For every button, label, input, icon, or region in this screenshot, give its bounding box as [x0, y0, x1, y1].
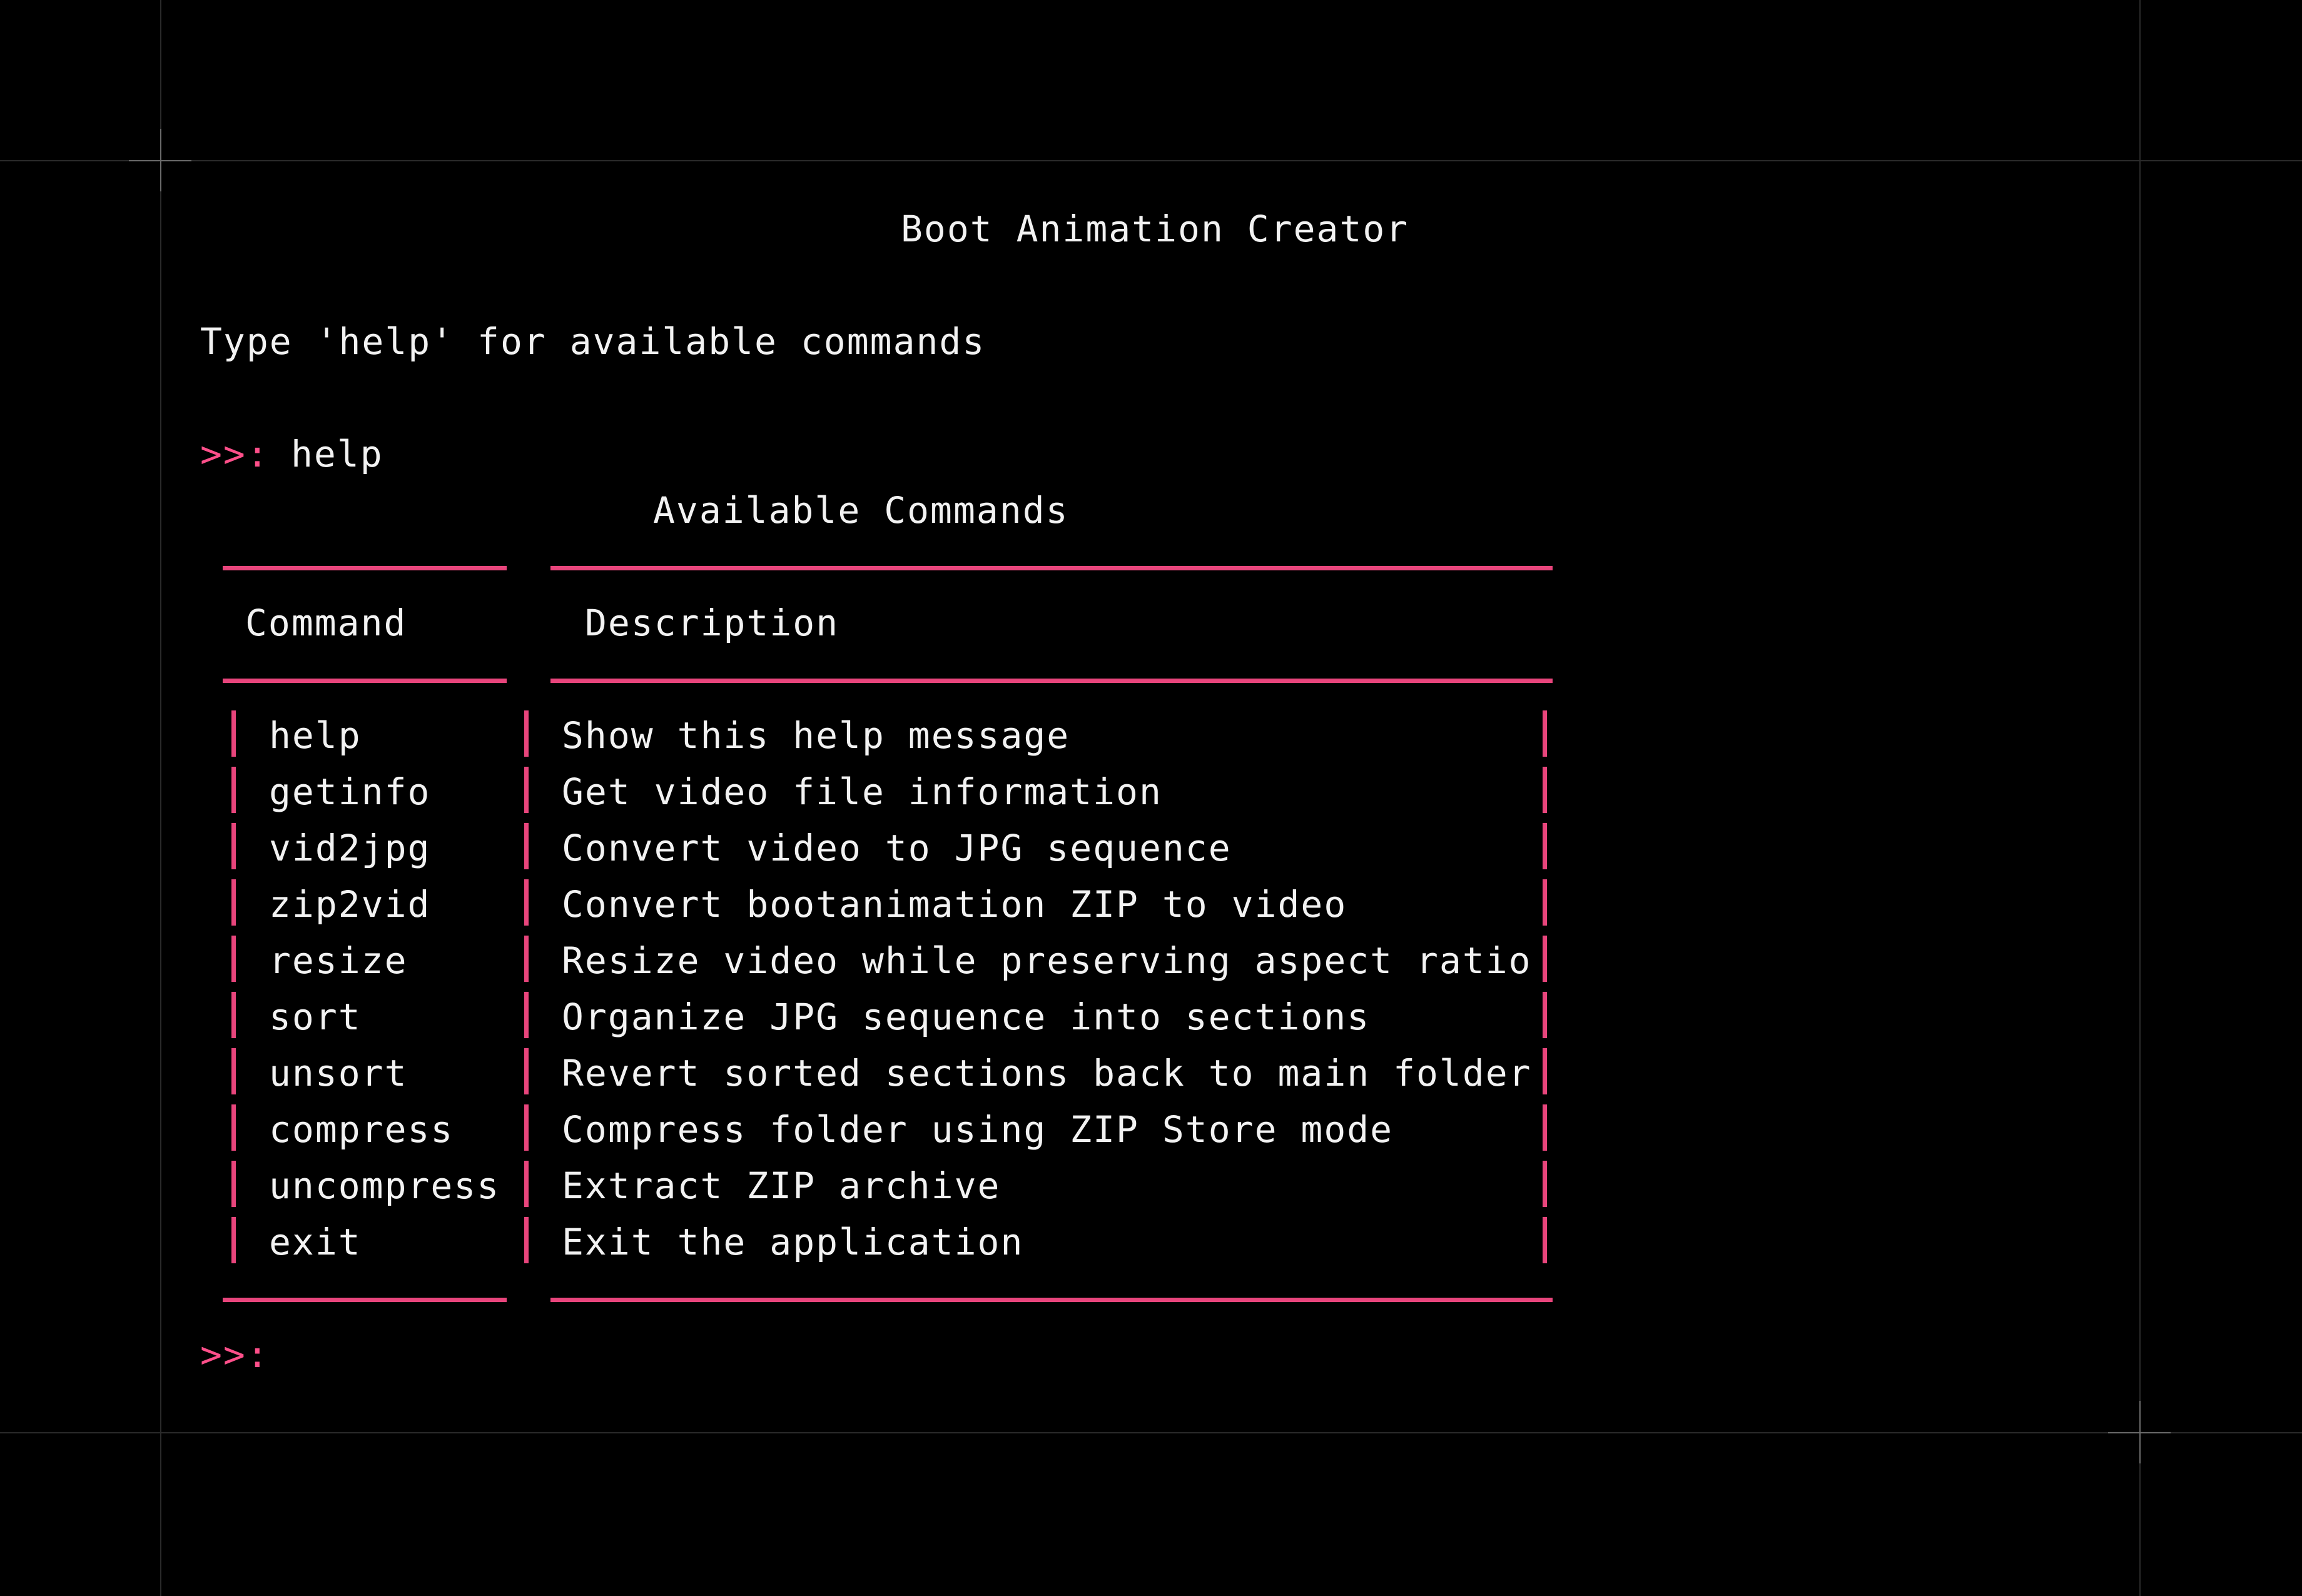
description-cell: Revert sorted sections back to main fold… — [562, 1052, 1532, 1094]
row-right-border — [1543, 879, 1547, 926]
row-left-border — [231, 767, 236, 813]
header-command: Command — [245, 602, 407, 644]
row-column-divider — [524, 823, 529, 869]
description-cell: Convert video to JPG sequence — [562, 827, 1232, 869]
row-right-border — [1543, 936, 1547, 982]
prompt-symbol: >>: — [200, 433, 270, 475]
entered-command: help — [291, 433, 383, 475]
description-cell: Show this help message — [562, 714, 1070, 757]
row-column-divider — [524, 1048, 529, 1094]
command-cell: getinfo — [269, 770, 431, 813]
row-left-border — [231, 823, 236, 869]
table-header-rule-command — [223, 679, 507, 683]
row-left-border — [231, 936, 236, 982]
command-cell: compress — [269, 1108, 454, 1151]
description-cell: Resize video while preserving aspect rat… — [562, 939, 1532, 982]
table-title: Available Commands — [653, 489, 1069, 532]
row-column-divider — [524, 936, 529, 982]
command-cell: vid2jpg — [269, 827, 431, 869]
guide-line-right — [2139, 0, 2141, 1596]
row-left-border — [231, 710, 236, 757]
description-cell: Extract ZIP archive — [562, 1164, 1001, 1207]
crosshair-bottom-right-v — [2139, 1401, 2141, 1463]
table-top-rule-description — [550, 566, 1553, 570]
row-right-border — [1543, 992, 1547, 1038]
row-right-border — [1543, 823, 1547, 869]
table-header-rule-description — [550, 679, 1553, 683]
row-column-divider — [524, 992, 529, 1038]
row-left-border — [231, 1161, 236, 1207]
row-right-border — [1543, 710, 1547, 757]
header-description: Description — [585, 602, 839, 644]
table-bottom-rule-description — [550, 1298, 1553, 1302]
description-cell: Get video file information — [562, 770, 1162, 813]
command-cell: zip2vid — [269, 883, 431, 926]
row-right-border — [1543, 1104, 1547, 1151]
description-cell: Organize JPG sequence into sections — [562, 996, 1371, 1038]
row-right-border — [1543, 1161, 1547, 1207]
help-hint: Type 'help' for available commands — [200, 320, 986, 363]
row-left-border — [231, 1217, 236, 1263]
command-cell: exit — [269, 1221, 362, 1263]
guide-line-top — [0, 160, 2302, 161]
row-column-divider — [524, 1217, 529, 1263]
row-left-border — [231, 1048, 236, 1094]
row-column-divider — [524, 767, 529, 813]
description-cell: Exit the application — [562, 1221, 1024, 1263]
row-column-divider — [524, 1104, 529, 1151]
row-column-divider — [524, 879, 529, 926]
description-cell: Compress folder using ZIP Store mode — [562, 1108, 1394, 1151]
table-bottom-rule-command — [223, 1298, 507, 1302]
row-right-border — [1543, 1048, 1547, 1094]
guide-line-bottom — [0, 1432, 2302, 1433]
active-prompt-symbol: >>: — [200, 1333, 270, 1376]
command-cell: uncompress — [269, 1164, 500, 1207]
row-left-border — [231, 879, 236, 926]
command-cell: resize — [269, 939, 408, 982]
command-cell: unsort — [269, 1052, 408, 1094]
row-right-border — [1543, 767, 1547, 813]
row-left-border — [231, 992, 236, 1038]
app-title: Boot Animation Creator — [901, 208, 1409, 250]
crosshair-top-left-v — [160, 129, 161, 191]
guide-line-left — [160, 0, 161, 1596]
row-column-divider — [524, 710, 529, 757]
row-left-border — [231, 1104, 236, 1151]
command-cell: help — [269, 714, 362, 757]
description-cell: Convert bootanimation ZIP to video — [562, 883, 1347, 926]
command-cell: sort — [269, 996, 362, 1038]
command-input[interactable] — [275, 1332, 2089, 1377]
table-top-rule-command — [223, 566, 507, 570]
row-column-divider — [524, 1161, 529, 1207]
row-right-border — [1543, 1217, 1547, 1263]
